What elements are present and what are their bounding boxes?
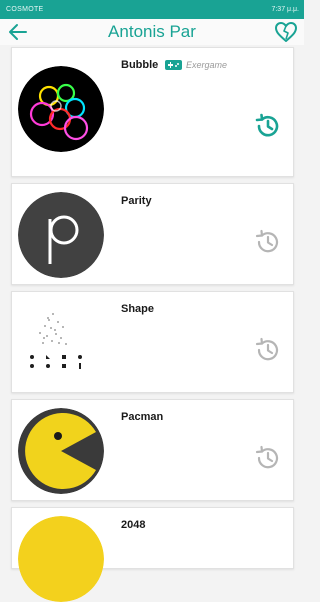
- gamepad-icon: [165, 60, 182, 70]
- page-title: Antonis Par: [108, 22, 196, 41]
- parity-thumbnail: [18, 192, 104, 278]
- carrier-label: COSMOTE: [6, 6, 44, 13]
- status-right-text: 7:37 μ.μ.: [271, 6, 299, 13]
- status-bar: COSMOTE 7:37 μ.μ.: [0, 0, 304, 19]
- game-card-bubble[interactable]: Bubble Exergame: [11, 47, 294, 177]
- game-title: Parity: [121, 195, 152, 207]
- app-bar: Antonis Par: [0, 19, 304, 45]
- game-title: Bubble: [121, 59, 159, 71]
- 2048-thumbnail: [18, 516, 104, 602]
- pacman-thumbnail: [18, 408, 104, 494]
- tag-label: Exergame: [186, 60, 228, 70]
- exergame-tag: Exergame: [165, 58, 227, 72]
- game-card-pacman[interactable]: Pacman: [11, 399, 294, 501]
- bubble-thumbnail: [18, 66, 104, 152]
- history-icon[interactable]: [254, 336, 282, 364]
- game-title: Pacman: [121, 411, 164, 423]
- game-title: 2048: [121, 519, 146, 531]
- game-title: Shape: [121, 303, 155, 315]
- history-icon[interactable]: [254, 112, 282, 140]
- game-card-parity[interactable]: Parity: [11, 183, 294, 285]
- heart-icon[interactable]: [274, 21, 298, 43]
- history-icon[interactable]: [254, 228, 282, 256]
- shape-thumbnail: [18, 300, 104, 386]
- game-card-2048[interactable]: 2048: [11, 507, 294, 602]
- history-icon[interactable]: [254, 444, 282, 472]
- game-card-shape[interactable]: Shape: [11, 291, 294, 393]
